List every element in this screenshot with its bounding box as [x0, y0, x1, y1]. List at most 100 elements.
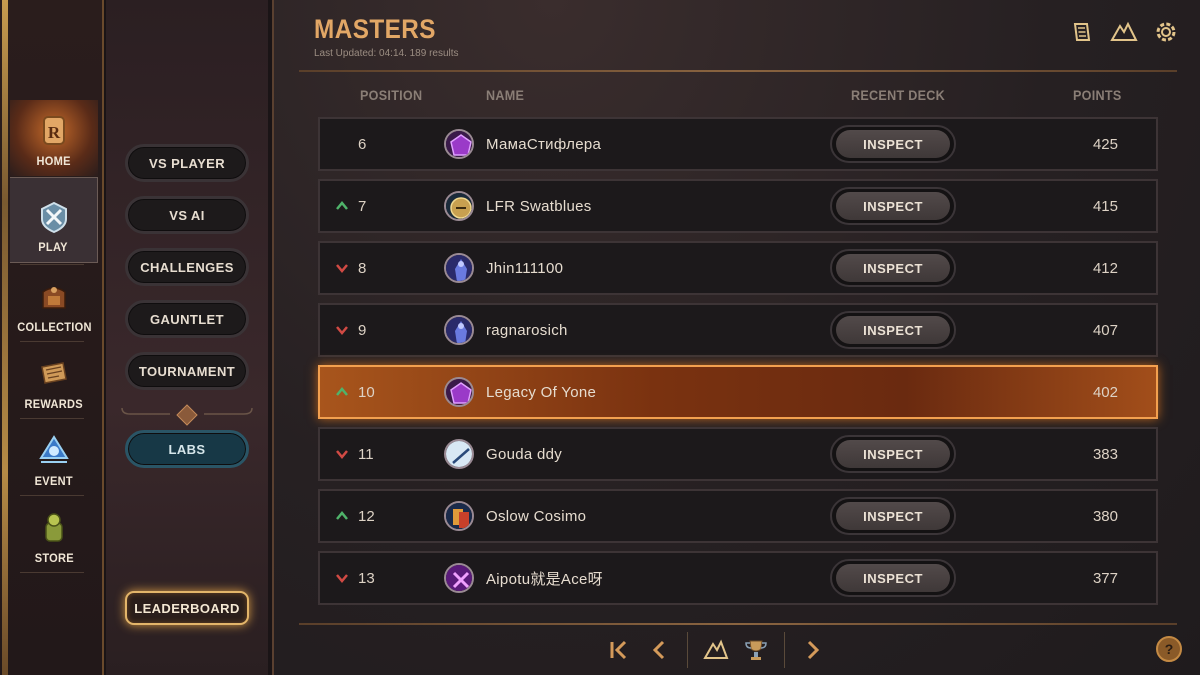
nav-play-label: PLAY [38, 240, 69, 254]
inspect-label: INSPECT [836, 130, 950, 158]
trophy-button[interactable] [736, 630, 776, 670]
row-position: 11 [358, 445, 374, 463]
last-updated-text: Last Updated: 04:14. 189 results [314, 48, 459, 59]
svg-text:R: R [48, 123, 61, 142]
play-submenu: VS PLAYER VS AI CHALLENGES GAUNTLET TOUR… [106, 0, 268, 675]
trend-up-icon [336, 387, 348, 396]
labs-divider-icon [121, 404, 253, 426]
gauntlet-button[interactable]: GAUNTLET [125, 300, 249, 338]
nav-collection-label: COLLECTION [16, 320, 92, 334]
player-points: 425 [1092, 135, 1118, 153]
nav-home-label: HOME [36, 154, 72, 168]
tier-button[interactable] [696, 630, 736, 670]
divider [784, 632, 785, 668]
player-avatar-icon [444, 439, 474, 469]
player-avatar-icon [444, 501, 474, 531]
player-name: Gouda ddy [486, 445, 563, 463]
table-row[interactable]: 6 МамаСтифлера INSPECT 425 [318, 117, 1158, 171]
gear-icon [1156, 22, 1176, 42]
divider [20, 418, 84, 419]
table-row[interactable]: 7 LFR Swatblues INSPECT 415 [318, 179, 1158, 233]
divider [20, 264, 84, 265]
nav-play[interactable]: PLAY [10, 177, 98, 263]
header-divider [299, 70, 1177, 72]
row-position: 6 [358, 135, 367, 153]
player-avatar-icon [444, 563, 474, 593]
player-avatar-icon [444, 253, 474, 283]
rewards-icon [41, 362, 67, 384]
inspect-label: INSPECT [836, 192, 950, 220]
inspect-label: INSPECT [836, 316, 950, 344]
player-name: LFR Swatblues [486, 197, 592, 215]
header-toolbar [1068, 18, 1180, 46]
player-points: 412 [1092, 259, 1118, 277]
inspect-label: INSPECT [836, 564, 950, 592]
leaderboard-panel: MASTERS Last Updated: 04:14. 189 results… [272, 0, 1200, 675]
inspect-deck-button[interactable]: INSPECT [830, 311, 956, 349]
inspect-deck-button[interactable]: INSPECT [830, 125, 956, 163]
player-name: МамаСтифлера [486, 135, 602, 153]
first-page-button[interactable] [599, 630, 639, 670]
player-name: Jhin111100 [486, 259, 564, 277]
inspect-deck-button[interactable]: INSPECT [830, 497, 956, 535]
column-recent-deck: RECENT DECK [851, 87, 945, 103]
scroll-button[interactable] [1068, 18, 1096, 46]
tournament-button[interactable]: TOURNAMENT [125, 352, 249, 390]
player-name: ragnarosich [486, 321, 568, 339]
trend-up-icon [336, 511, 348, 520]
row-position: 12 [358, 507, 375, 525]
labs-button[interactable]: LABS [125, 430, 249, 468]
social-button[interactable] [1110, 18, 1138, 46]
divider [20, 572, 84, 573]
main-nav-rail: R HOME PLAY COLLECTION REWARDS EVENT STO… [0, 0, 104, 675]
nav-home[interactable]: R HOME [10, 100, 98, 176]
player-points: 402 [1092, 383, 1118, 401]
table-row[interactable]: 8 Jhin111100 INSPECT 412 [318, 241, 1158, 295]
column-position: POSITION [360, 87, 423, 103]
vs-player-button[interactable]: VS PLAYER [125, 144, 249, 182]
column-name: NAME [486, 87, 525, 103]
row-position: 13 [358, 569, 375, 587]
player-avatar-icon [444, 315, 474, 345]
player-points: 383 [1092, 445, 1118, 463]
nav-event[interactable]: EVENT [10, 420, 98, 496]
settings-button[interactable] [1152, 18, 1180, 46]
pagination [599, 628, 833, 672]
challenges-button[interactable]: CHALLENGES [125, 248, 249, 286]
inspect-deck-button[interactable]: INSPECT [830, 435, 956, 473]
nav-store[interactable]: STORE [10, 497, 98, 573]
table-row[interactable]: 9 ragnarosich INSPECT 407 [318, 303, 1158, 357]
prev-page-button[interactable] [639, 630, 679, 670]
nav-rewards[interactable]: REWARDS [10, 343, 98, 419]
divider [20, 341, 84, 342]
inspect-deck-button[interactable]: INSPECT [830, 249, 956, 287]
next-page-button[interactable] [793, 630, 833, 670]
nav-rewards-label: REWARDS [24, 397, 84, 411]
home-icon: R [43, 116, 65, 145]
row-position: 10 [358, 383, 375, 401]
event-icon [39, 435, 69, 463]
inspect-deck-button[interactable]: INSPECT [830, 187, 956, 225]
nav-event-label: EVENT [34, 474, 74, 488]
leaderboard-button[interactable]: LEADERBOARD [125, 591, 249, 625]
nav-collection[interactable]: COLLECTION [10, 266, 98, 342]
inspect-label: INSPECT [836, 254, 950, 282]
player-name: Aipotu就是Ace呀 [486, 570, 603, 588]
table-row[interactable]: 10 Legacy Of Yone 402 [318, 365, 1158, 419]
vs-ai-button[interactable]: VS AI [125, 196, 249, 234]
divider [687, 632, 688, 668]
row-position: 9 [358, 321, 367, 339]
inspect-deck-button[interactable]: INSPECT [830, 559, 956, 597]
trend-down-icon [336, 450, 348, 459]
help-button[interactable]: ? [1156, 636, 1182, 662]
trend-up-icon [336, 201, 348, 210]
scroll-icon [1073, 23, 1091, 41]
table-row[interactable]: 12 Oslow Cosimo INSPECT 380 [318, 489, 1158, 543]
player-avatar-icon [444, 377, 474, 407]
table-row[interactable]: 11 Gouda ddy INSPECT 383 [318, 427, 1158, 481]
page-title: MASTERS [314, 14, 436, 44]
player-points: 407 [1092, 321, 1118, 339]
table-row[interactable]: 13 Aipotu就是Ace呀 INSPECT 377 [318, 551, 1158, 605]
row-position: 7 [358, 197, 367, 215]
player-points: 377 [1092, 569, 1118, 587]
